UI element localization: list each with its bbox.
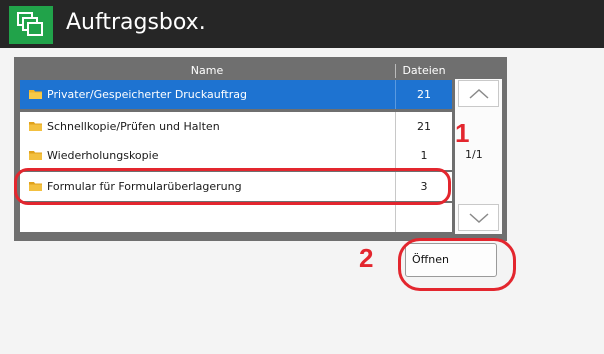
- list-item[interactable]: Privater/Gespeicherter Druckauftrag 21: [20, 80, 452, 109]
- column-header-files[interactable]: Dateien: [396, 64, 452, 78]
- callout-number-1: 1: [455, 118, 470, 148]
- callout-number-2: 2: [359, 243, 374, 273]
- chevron-down-icon: [469, 212, 488, 223]
- list-item[interactable]: Schnellkopie/Prüfen und Halten 21: [20, 112, 452, 141]
- callout-highlight-button: [398, 238, 516, 291]
- list-item-empty: [20, 203, 452, 232]
- column-header-name[interactable]: Name: [20, 64, 394, 78]
- chevron-up-icon: [469, 88, 488, 99]
- list-item-count: 21: [395, 112, 452, 141]
- page-indicator: 1/1: [465, 148, 483, 161]
- scroll-down-button[interactable]: [458, 204, 499, 231]
- callout-highlight-row: [14, 168, 451, 205]
- list-item-name: Privater/Gespeicherter Druckauftrag: [47, 88, 247, 101]
- folder-icon: [29, 151, 42, 160]
- folder-icon: [29, 122, 42, 131]
- list-item-name: Schnellkopie/Prüfen und Halten: [47, 120, 220, 133]
- list-item[interactable]: Wiederholungskopie 1: [20, 141, 452, 170]
- scroll-up-button[interactable]: [458, 80, 499, 107]
- list-item-name: Wiederholungskopie: [47, 149, 159, 162]
- list-item-count: 1: [395, 141, 452, 170]
- page-title: Auftragsbox.: [66, 10, 206, 35]
- job-box-icon: [9, 6, 53, 44]
- title-bar: Auftragsbox.: [0, 0, 604, 48]
- list-item-count: 21: [395, 80, 452, 109]
- folder-icon: [29, 90, 42, 99]
